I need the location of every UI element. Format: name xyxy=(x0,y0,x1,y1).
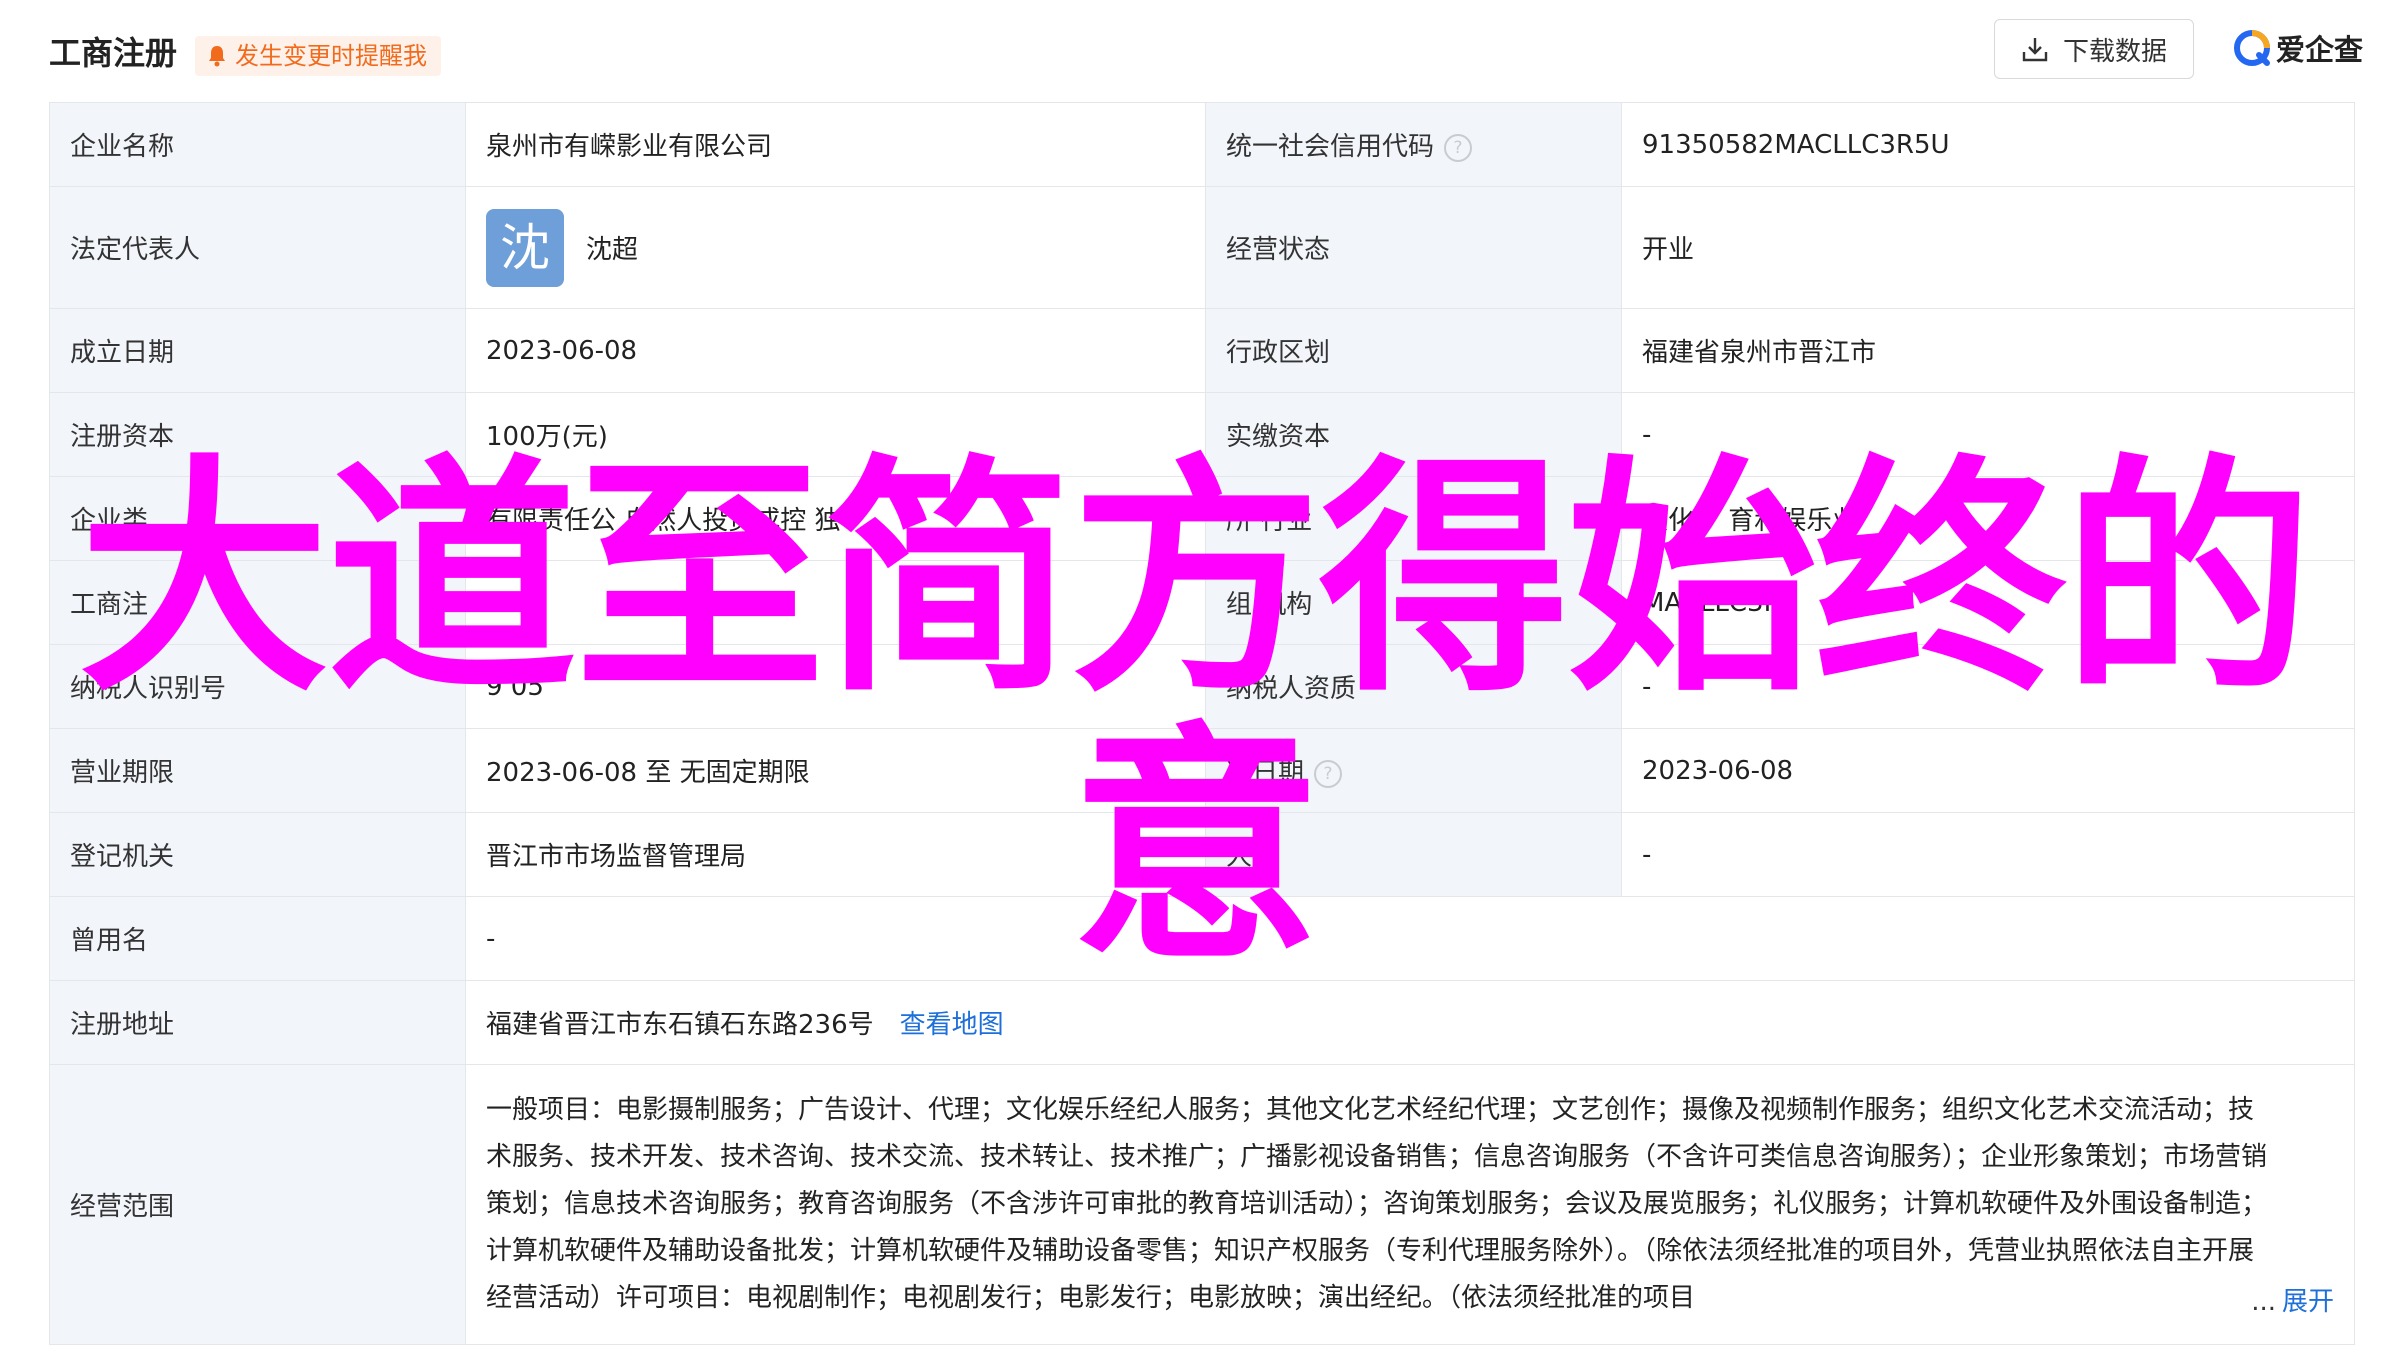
credit-code-label: 统一社会信用代码 xyxy=(1226,132,1435,162)
change-alert-label: 发生变更时提醒我 xyxy=(235,42,427,70)
table-row: 营业期限 2023-06-08 至 无固定期限 准日期? 2023-06-08 xyxy=(49,728,2355,813)
table-row: 法定代表人 沈 沈超 经营状态 开业 xyxy=(49,186,2355,309)
table-row: 工商注 组 机构 MACLLC3R5 xyxy=(49,560,2355,645)
taxpayer-qual-label: 纳税人资质 xyxy=(1205,644,1622,729)
section-title: 工商注册 xyxy=(49,34,178,72)
table-row: 注册资本 100万(元) 实缴资本 - xyxy=(49,392,2355,477)
taxpayer-qual-value: - xyxy=(1621,644,2355,729)
status-label: 经营状态 xyxy=(1205,186,1622,309)
change-alert-button[interactable]: 发生变更时提醒我 xyxy=(195,36,441,76)
table-row: 成立日期 2023-06-08 行政区划 福建省泉州市晋江市 xyxy=(49,308,2355,393)
expand-link[interactable]: 展开 xyxy=(2282,1287,2334,1317)
org-code-label: 组 机构 xyxy=(1205,560,1622,645)
org-code-value: MACLLC3R5 xyxy=(1621,560,2355,645)
found-date-value: 2023-06-08 xyxy=(465,308,1206,393)
brand-logo[interactable]: 爱企查 xyxy=(2232,26,2363,70)
legal-rep-name[interactable]: 沈超 xyxy=(586,229,638,266)
region-label: 行政区划 xyxy=(1205,308,1622,393)
scope-ellipsis: ... xyxy=(2251,1287,2276,1317)
biz-term-label: 营业期限 xyxy=(49,728,466,813)
brand-logo-icon xyxy=(2234,30,2270,66)
company-name-value: 泉州市有嵘影业有限公司 xyxy=(465,102,1206,187)
credit-code-label-cell: 统一社会信用代码? xyxy=(1205,102,1622,187)
former-name-label: 曾用名 xyxy=(49,896,466,981)
table-row: 登记机关 晋江市市场监督管理局 人数 - xyxy=(49,812,2355,897)
biz-term-value: 2023-06-08 至 无固定期限 xyxy=(465,728,1206,813)
former-name-value: - xyxy=(465,896,2355,981)
bell-icon xyxy=(209,46,225,67)
authority-label: 登记机关 xyxy=(49,812,466,897)
biz-reg-no-value xyxy=(465,560,1206,645)
paid-capital-value: - xyxy=(1621,392,2355,477)
status-value: 开业 xyxy=(1621,186,2355,309)
table-row: 纳税人识别号 9 05 纳税人资质 - xyxy=(49,644,2355,729)
help-circle-icon[interactable]: ? xyxy=(1314,759,1343,788)
avatar[interactable]: 沈 xyxy=(486,208,564,287)
credit-code-value: 91350582MACLLC3R5U xyxy=(1621,102,2355,187)
staff-count-value: - xyxy=(1621,812,2355,897)
scope-more: ... 展开 xyxy=(2245,1279,2334,1326)
address-cell: 福建省晋江市东石镇石东路236号 查看地图 xyxy=(465,980,2355,1065)
taxpayer-id-label: 纳税人识别号 xyxy=(49,644,466,729)
region-value: 福建省泉州市晋江市 xyxy=(1621,308,2355,393)
section-header: 工商注册 发生变更时提醒我 下载数据 爱企查 xyxy=(0,0,2388,102)
brand-name: 爱企查 xyxy=(2276,33,2364,67)
address-label: 注册地址 xyxy=(49,980,466,1065)
legal-rep-label: 法定代表人 xyxy=(49,186,466,309)
approval-date-label-cell: 准日期? xyxy=(1205,728,1622,813)
registration-info-table: 企业名称 泉州市有嵘影业有限公司 统一社会信用代码? 91350582MACLL… xyxy=(49,102,2355,1345)
scope-cell: 一般项目：电影摄制服务；广告设计、代理；文化娱乐经纪人服务；其他文化艺术经纪代理… xyxy=(465,1064,2355,1345)
download-data-button[interactable]: 下载数据 xyxy=(1994,19,2194,79)
scope-value: 一般项目：电影摄制服务；广告设计、代理；文化娱乐经纪人服务；其他文化艺术经纪代理… xyxy=(486,1095,2268,1313)
company-name-label: 企业名称 xyxy=(49,102,466,187)
industry-label: 所 行业 xyxy=(1205,476,1622,561)
company-type-label: 企业类 xyxy=(49,476,466,561)
taxpayer-id-value: 9 05 xyxy=(465,644,1206,729)
found-date-label: 成立日期 xyxy=(49,308,466,393)
table-row: 企业名称 泉州市有嵘影业有限公司 统一社会信用代码? 91350582MACLL… xyxy=(49,102,2355,187)
reg-capital-value: 100万(元) xyxy=(465,392,1206,477)
company-type-value: 有限责任公 自然人投资或控 独 xyxy=(465,476,1206,561)
view-map-link[interactable]: 查看地图 xyxy=(900,1010,1004,1040)
reg-capital-label: 注册资本 xyxy=(49,392,466,477)
table-row: 经营范围 一般项目：电影摄制服务；广告设计、代理；文化娱乐经纪人服务；其他文化艺… xyxy=(49,1064,2355,1345)
paid-capital-label: 实缴资本 xyxy=(1205,392,1622,477)
legal-rep-cell: 沈 沈超 xyxy=(465,186,1206,309)
biz-reg-no-label: 工商注 xyxy=(49,560,466,645)
approval-date-value: 2023-06-08 xyxy=(1621,728,2355,813)
address-value: 福建省晋江市东石镇石东路236号 xyxy=(486,1010,874,1040)
industry-value: 文化、 育和娱乐业 xyxy=(1621,476,2355,561)
authority-value: 晋江市市场监督管理局 xyxy=(465,812,1206,897)
scope-label: 经营范围 xyxy=(49,1064,466,1345)
download-icon xyxy=(2022,38,2048,62)
staff-count-label: 人数 xyxy=(1205,812,1622,897)
table-row: 曾用名 - xyxy=(49,896,2355,981)
table-row: 注册地址 福建省晋江市东石镇石东路236号 查看地图 xyxy=(49,980,2355,1065)
download-data-label: 下载数据 xyxy=(2062,36,2167,67)
help-circle-icon[interactable]: ? xyxy=(1444,133,1473,162)
approval-date-label: 准日期 xyxy=(1226,758,1305,788)
table-row: 企业类 有限责任公 自然人投资或控 独 所 行业 文化、 育和娱乐业 xyxy=(49,476,2355,561)
